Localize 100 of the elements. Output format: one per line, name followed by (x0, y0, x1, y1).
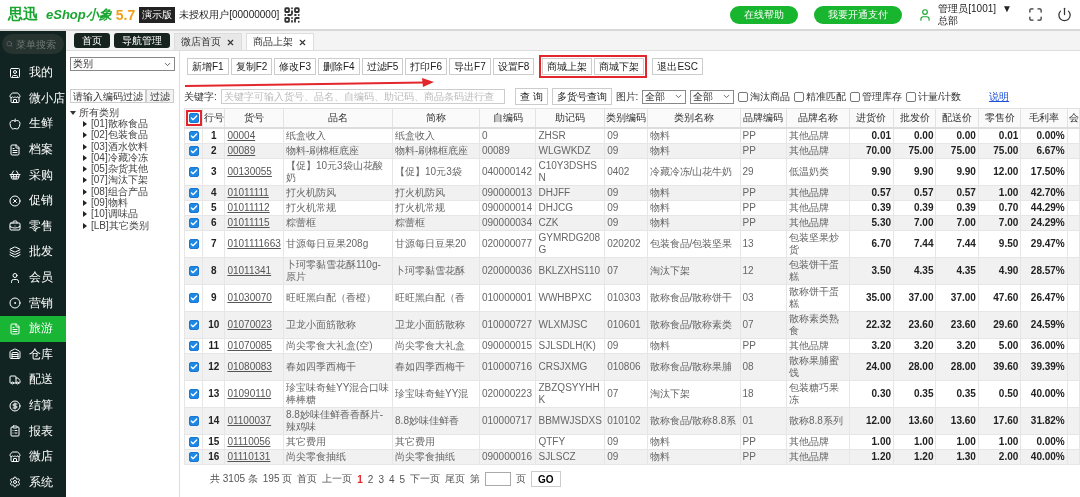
nav-item[interactable]: 结算 (0, 392, 66, 419)
nav-item[interactable]: 采购 (0, 162, 66, 188)
row-checkbox[interactable] (188, 415, 199, 426)
close-icon[interactable] (298, 37, 307, 47)
nav-tab[interactable]: 导航管理 (114, 33, 170, 48)
toolbar-button[interactable]: 导出F7 (449, 58, 491, 75)
nav-tab[interactable]: 首页 (74, 33, 110, 48)
row-checkbox[interactable] (188, 451, 199, 462)
column-header[interactable]: 配送价 (935, 108, 979, 128)
page-number[interactable]: 1 (357, 473, 363, 485)
nav-item[interactable]: 生鲜 (0, 111, 66, 137)
page-number[interactable]: 5 (399, 473, 406, 485)
close-icon[interactable] (226, 37, 235, 47)
toolbar-button[interactable]: 商城上架 (542, 58, 593, 75)
caret-icon[interactable]: ▼ (1002, 2, 1012, 15)
row-checkbox[interactable] (188, 166, 199, 177)
power-icon[interactable] (1057, 7, 1072, 22)
nav-item[interactable]: 营销 (0, 290, 66, 316)
row-checkbox[interactable] (188, 130, 199, 141)
checkbox[interactable] (738, 91, 749, 102)
collapsed-triangle-icon[interactable] (82, 143, 88, 150)
nav-item[interactable]: 仓库 (0, 341, 66, 368)
column-header[interactable]: 零售价 (978, 108, 1021, 128)
column-header[interactable]: 毛利率 (1020, 108, 1068, 128)
row-checkbox[interactable] (188, 145, 199, 156)
column-header[interactable]: 品名 (283, 108, 393, 128)
nav-item[interactable]: 微店 (0, 443, 66, 470)
column-header[interactable]: 自编码 (479, 108, 536, 128)
category-type-select[interactable]: 类别 (70, 57, 175, 71)
row-checkbox[interactable] (188, 319, 199, 330)
toolbar-button[interactable]: 商城下架 (594, 58, 645, 75)
toolbar-button[interactable]: 删除F4 (318, 58, 360, 75)
row-checkbox[interactable] (188, 238, 199, 249)
collapsed-triangle-icon[interactable] (82, 177, 88, 184)
nav-item[interactable]: 批发 (0, 239, 66, 265)
query-button[interactable]: 查 询 (514, 88, 548, 105)
first-page-link[interactable]: 首页 (297, 472, 318, 486)
page-tab[interactable]: 商品上架 (246, 33, 314, 50)
user-icon[interactable] (918, 7, 933, 22)
column-header[interactable]: 简称 (392, 108, 480, 128)
fullscreen-icon[interactable] (1028, 7, 1043, 22)
nav-item[interactable]: 系统 (0, 469, 66, 496)
column-header[interactable]: 类别编码 (604, 108, 648, 128)
nav-item[interactable]: 档案 (0, 136, 66, 163)
page-number[interactable]: 4 (388, 473, 395, 485)
row-checkbox[interactable] (188, 361, 199, 372)
toolbar-button[interactable]: 修改F3 (274, 58, 316, 75)
nav-item[interactable]: 零售 (0, 213, 66, 240)
filter-select[interactable]: 全部 (690, 89, 735, 104)
nav-item[interactable]: 我的 (0, 60, 66, 86)
collapsed-triangle-icon[interactable] (82, 120, 88, 127)
collapsed-triangle-icon[interactable] (82, 222, 88, 229)
expanded-triangle-icon[interactable] (70, 109, 76, 116)
nav-item[interactable]: 配送 (0, 367, 66, 393)
row-checkbox[interactable] (188, 436, 199, 447)
checkbox[interactable] (906, 91, 917, 102)
collapsed-triangle-icon[interactable] (82, 166, 88, 173)
row-checkbox[interactable] (188, 292, 199, 303)
filter-button[interactable]: 过滤 (146, 89, 174, 103)
go-button[interactable]: GO (531, 471, 561, 487)
column-header[interactable]: 品牌编码 (740, 108, 787, 128)
column-header[interactable]: 进货价 (849, 108, 894, 128)
previous-page-link[interactable]: 上一页 (322, 472, 353, 486)
page-tab[interactable]: 微店首页 (174, 33, 242, 50)
row-checkbox[interactable] (188, 217, 199, 228)
row-checkbox[interactable] (188, 187, 199, 198)
collapsed-triangle-icon[interactable] (82, 211, 88, 218)
multi-code-query-button[interactable]: 多货号查询 (551, 88, 612, 105)
code-filter-field[interactable]: 请输入编码过滤 (70, 89, 146, 103)
nav-item[interactable]: 会员 (0, 264, 66, 291)
help-link[interactable]: 说明 (989, 89, 1010, 104)
collapsed-triangle-icon[interactable] (82, 154, 88, 161)
checkbox[interactable] (794, 91, 805, 102)
last-page-link[interactable]: 尾页 (445, 472, 466, 486)
row-checkbox[interactable] (188, 340, 199, 351)
column-header[interactable]: 助记码 (536, 108, 605, 128)
column-header[interactable]: 批发价 (893, 108, 936, 128)
toolbar-button[interactable]: 设置F8 (492, 58, 535, 75)
page-number[interactable]: 2 (367, 473, 374, 485)
account-name[interactable]: 管理员[1001] (938, 2, 997, 15)
page-number-field[interactable] (485, 472, 512, 486)
page-number[interactable]: 3 (378, 473, 384, 485)
column-header[interactable]: 类别名称 (647, 108, 740, 128)
nav-item[interactable]: 报表 (0, 418, 66, 444)
row-checkbox[interactable] (188, 388, 199, 399)
qr-code-icon[interactable] (283, 5, 302, 24)
toolbar-button[interactable]: 过滤F5 (361, 58, 404, 75)
toolbar-button[interactable]: 退出ESC (652, 58, 703, 75)
column-header[interactable]: 货号 (224, 108, 284, 128)
nav-item[interactable]: 促销 (0, 187, 66, 214)
column-header[interactable]: 行号 (202, 108, 225, 128)
toolbar-button[interactable]: 打印F6 (405, 58, 448, 75)
collapsed-triangle-icon[interactable] (82, 132, 88, 139)
toolbar-button[interactable]: 复制F2 (230, 58, 273, 75)
filter-select[interactable]: 全部 (642, 89, 687, 104)
next-page-link[interactable]: 下一页 (410, 472, 441, 486)
checkbox[interactable] (850, 91, 861, 102)
toolbar-button[interactable]: 新增F1 (187, 58, 229, 75)
nav-item[interactable]: 微小店 (0, 85, 66, 112)
column-header[interactable]: 品牌名称 (786, 108, 850, 128)
